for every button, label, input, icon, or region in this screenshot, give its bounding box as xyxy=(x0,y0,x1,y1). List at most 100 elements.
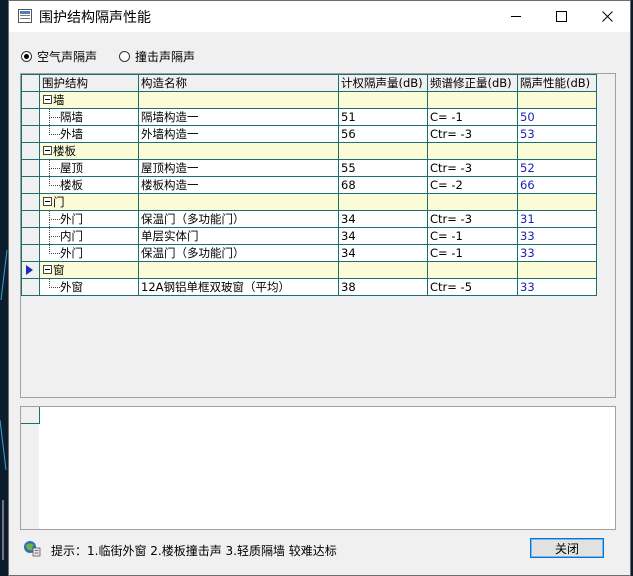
table-row[interactable]: 外墙 外墙构造一 56 Ctr= -3 53 xyxy=(21,125,597,143)
cell-enclosure[interactable]: 楼板 xyxy=(39,142,139,160)
group-row[interactable]: 楼板 xyxy=(21,142,597,160)
row-indicator[interactable] xyxy=(21,244,40,262)
row-indicator[interactable] xyxy=(21,193,40,211)
collapse-icon[interactable] xyxy=(43,146,52,155)
cell-construction[interactable] xyxy=(138,193,339,211)
collapse-icon[interactable] xyxy=(43,95,52,104)
cell-enclosure[interactable]: 墙 xyxy=(39,91,139,109)
cell-weighted-reduction[interactable] xyxy=(338,91,428,109)
cell-enclosure[interactable]: 窗 xyxy=(39,261,139,279)
cell-construction[interactable]: 12A钢铝单框双玻窗（平均） xyxy=(138,278,339,296)
group-row[interactable]: 墙 xyxy=(21,91,597,109)
cell-spectrum-correction[interactable]: Ctr= -3 xyxy=(427,125,518,143)
cell-enclosure[interactable]: 楼板 xyxy=(39,176,139,194)
cell-enclosure[interactable]: 外窗 xyxy=(39,278,139,296)
cell-construction[interactable] xyxy=(138,142,339,160)
cell-weighted-reduction[interactable]: 34 xyxy=(338,210,428,228)
cell-performance[interactable] xyxy=(517,91,597,109)
group-row[interactable]: 窗 xyxy=(21,261,597,279)
cell-construction[interactable]: 外墙构造一 xyxy=(138,125,339,143)
close-button[interactable]: 关闭 xyxy=(530,538,604,558)
cell-weighted-reduction[interactable]: 56 xyxy=(338,125,428,143)
cell-spectrum-correction[interactable] xyxy=(427,91,518,109)
group-row[interactable]: 门 xyxy=(21,193,597,211)
column-header[interactable]: 构造名称 xyxy=(138,74,339,92)
row-indicator[interactable] xyxy=(21,108,40,126)
cell-weighted-reduction[interactable]: 38 xyxy=(338,278,428,296)
cell-performance[interactable]: 66 xyxy=(517,176,597,194)
row-indicator[interactable] xyxy=(21,227,40,245)
cell-construction[interactable]: 隔墙构造一 xyxy=(138,108,339,126)
column-header[interactable]: 围护结构 xyxy=(39,74,139,92)
row-indicator[interactable] xyxy=(21,142,40,160)
cell-spectrum-correction[interactable] xyxy=(427,261,518,279)
collapse-icon[interactable] xyxy=(43,197,52,206)
cell-weighted-reduction[interactable] xyxy=(338,193,428,211)
cell-enclosure[interactable]: 外门 xyxy=(39,210,139,228)
cell-performance[interactable]: 31 xyxy=(517,210,597,228)
cell-performance[interactable]: 52 xyxy=(517,159,597,177)
row-indicator[interactable] xyxy=(21,159,40,177)
cell-performance[interactable] xyxy=(517,142,597,160)
cell-weighted-reduction[interactable]: 68 xyxy=(338,176,428,194)
cell-weighted-reduction[interactable] xyxy=(338,142,428,160)
cell-spectrum-correction[interactable]: Ctr= -3 xyxy=(427,210,518,228)
cell-weighted-reduction[interactable] xyxy=(338,261,428,279)
table-row[interactable]: 楼板 楼板构造一 68 C= -2 66 xyxy=(21,176,597,194)
row-indicator[interactable] xyxy=(21,261,40,279)
cell-performance[interactable]: 53 xyxy=(517,125,597,143)
table-row[interactable]: 隔墙 隔墙构造一 51 C= -1 50 xyxy=(21,108,597,126)
impact-sound-radio[interactable]: 撞击声隔声 xyxy=(119,48,195,65)
minimize-button[interactable] xyxy=(494,1,539,32)
collapse-icon[interactable] xyxy=(43,265,52,274)
cell-performance[interactable] xyxy=(517,261,597,279)
cell-performance[interactable]: 33 xyxy=(517,244,597,262)
table-row[interactable]: 外窗 12A钢铝单框双玻窗（平均） 38 Ctr= -5 33 xyxy=(21,278,597,296)
cell-weighted-reduction[interactable]: 34 xyxy=(338,227,428,245)
table-row[interactable]: 内门 单层实体门 34 C= -1 33 xyxy=(21,227,597,245)
cell-construction[interactable]: 单层实体门 xyxy=(138,227,339,245)
cell-spectrum-correction[interactable] xyxy=(427,193,518,211)
maximize-button[interactable] xyxy=(539,1,584,32)
cell-construction[interactable] xyxy=(138,91,339,109)
table-row[interactable]: 屋顶 屋顶构造一 55 Ctr= -3 52 xyxy=(21,159,597,177)
column-header[interactable]: 计权隔声量(dB) xyxy=(338,74,428,92)
cell-construction[interactable]: 屋顶构造一 xyxy=(138,159,339,177)
cell-enclosure[interactable]: 内门 xyxy=(39,227,139,245)
cell-enclosure[interactable]: 屋顶 xyxy=(39,159,139,177)
column-header[interactable]: 隔声性能(dB) xyxy=(517,74,597,92)
cell-spectrum-correction[interactable]: C= -2 xyxy=(427,176,518,194)
cell-performance[interactable]: 50 xyxy=(517,108,597,126)
row-indicator[interactable] xyxy=(21,278,40,296)
table-row[interactable]: 外门 保温门（多功能门） 34 C= -1 33 xyxy=(21,244,597,262)
row-indicator[interactable] xyxy=(21,125,40,143)
column-header[interactable]: 频谱修正量(dB) xyxy=(427,74,518,92)
cell-spectrum-correction[interactable]: Ctr= -3 xyxy=(427,159,518,177)
cell-construction[interactable] xyxy=(138,261,339,279)
row-indicator[interactable] xyxy=(21,91,40,109)
cell-enclosure[interactable]: 门 xyxy=(39,193,139,211)
window-close-button[interactable] xyxy=(585,1,630,32)
table-row[interactable]: 外门 保温门（多功能门） 34 Ctr= -3 31 xyxy=(21,210,597,228)
cell-performance[interactable]: 33 xyxy=(517,278,597,296)
cell-weighted-reduction[interactable]: 34 xyxy=(338,244,428,262)
row-indicator[interactable] xyxy=(21,176,40,194)
cell-spectrum-correction[interactable]: Ctr= -5 xyxy=(427,278,518,296)
cell-enclosure[interactable]: 外墙 xyxy=(39,125,139,143)
cell-weighted-reduction[interactable]: 51 xyxy=(338,108,428,126)
cell-spectrum-correction[interactable] xyxy=(427,142,518,160)
cell-enclosure[interactable]: 外门 xyxy=(39,244,139,262)
cell-weighted-reduction[interactable]: 55 xyxy=(338,159,428,177)
cell-construction[interactable]: 楼板构造一 xyxy=(138,176,339,194)
cell-construction[interactable]: 保温门（多功能门） xyxy=(138,244,339,262)
tree-connector xyxy=(42,109,60,125)
cell-spectrum-correction[interactable]: C= -1 xyxy=(427,108,518,126)
airborne-sound-radio[interactable]: 空气声隔声 xyxy=(21,48,97,65)
cell-performance[interactable] xyxy=(517,193,597,211)
row-indicator[interactable] xyxy=(21,210,40,228)
cell-spectrum-correction[interactable]: C= -1 xyxy=(427,227,518,245)
cell-enclosure[interactable]: 隔墙 xyxy=(39,108,139,126)
cell-spectrum-correction[interactable]: C= -1 xyxy=(427,244,518,262)
cell-construction[interactable]: 保温门（多功能门） xyxy=(138,210,339,228)
cell-performance[interactable]: 33 xyxy=(517,227,597,245)
